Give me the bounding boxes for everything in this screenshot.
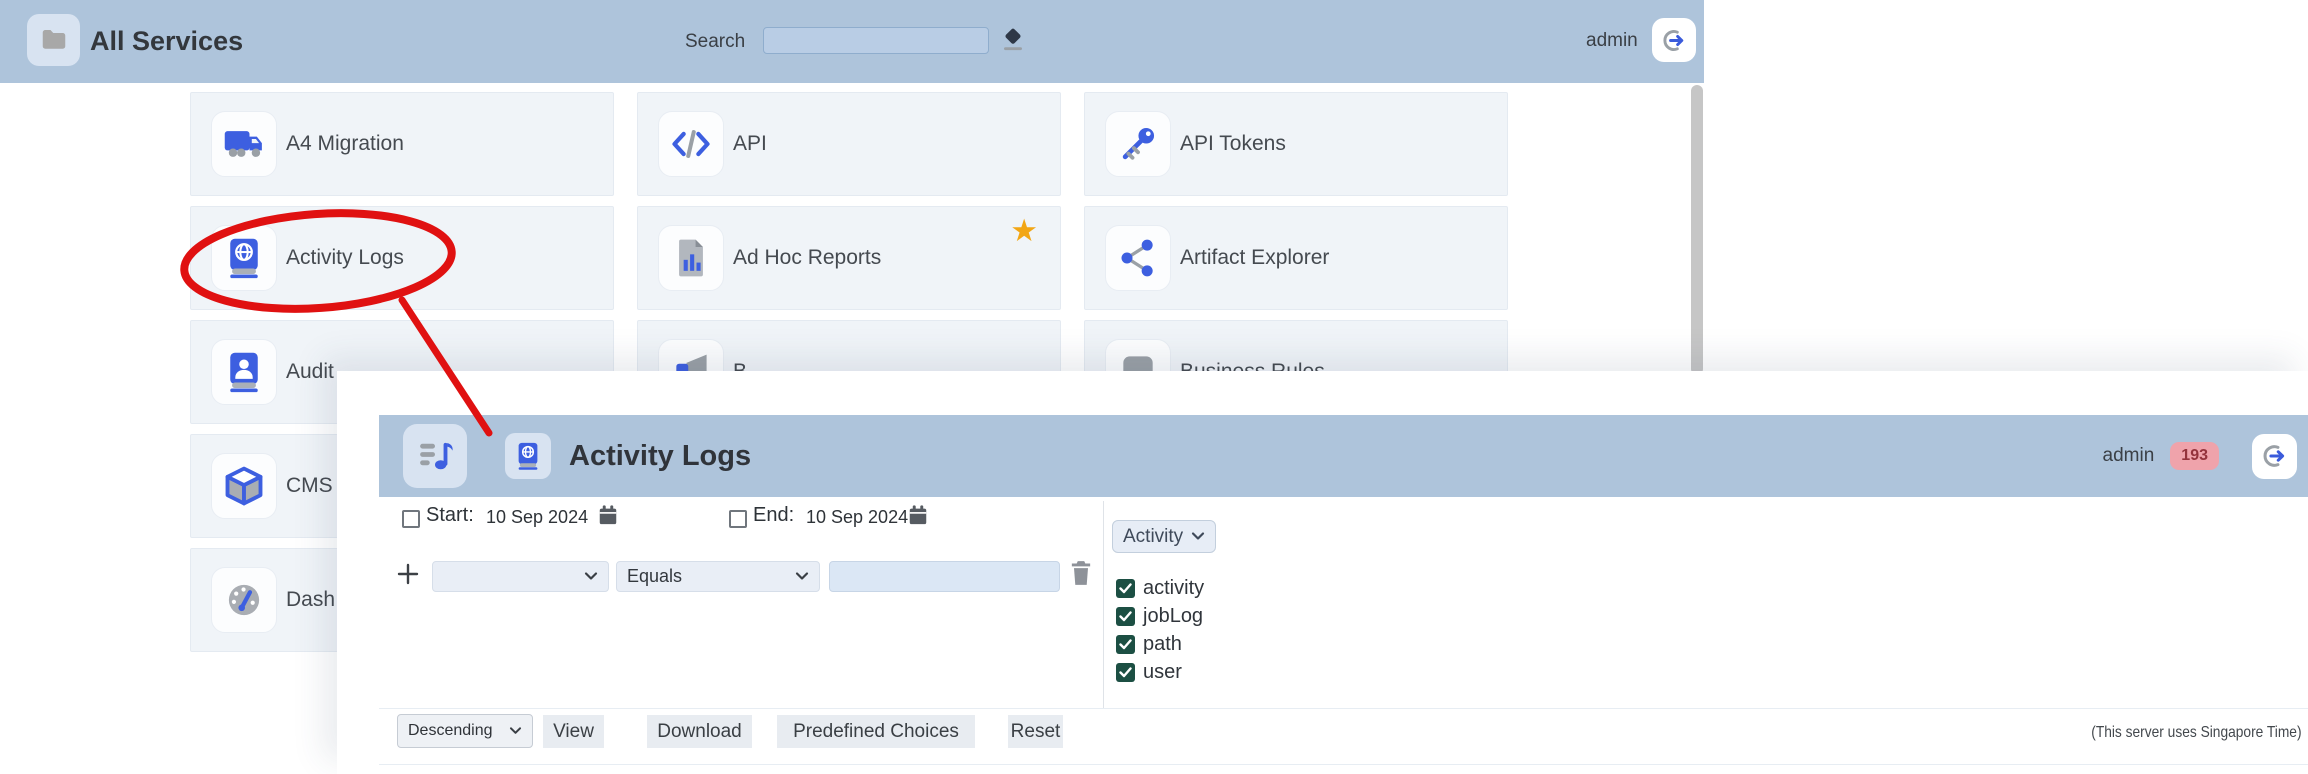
service-tile-label: Artifact Explorer — [1180, 207, 1329, 309]
column-group-select[interactable]: Activity — [1112, 520, 1216, 553]
start-calendar-icon[interactable] — [597, 504, 619, 526]
service-tile-api-tokens[interactable]: API Tokens — [1084, 92, 1508, 196]
operator-select-value: Equals — [627, 566, 682, 587]
column-label: jobLog — [1143, 605, 1203, 628]
column-checkbox-list: activity jobLog path user — [1116, 574, 1204, 686]
divider-line — [379, 708, 2308, 709]
all-services-header: All Services Search admin — [0, 0, 1704, 83]
chevron-down-icon — [1191, 531, 1205, 542]
code-icon — [658, 111, 724, 177]
window-title: Activity Logs — [569, 440, 751, 473]
favorite-star-icon[interactable]: ★ — [1010, 215, 1038, 246]
service-tile-label: API Tokens — [1180, 93, 1286, 195]
start-date-checkbox[interactable] — [402, 510, 420, 528]
end-date-checkbox[interactable] — [729, 510, 747, 528]
column-checkbox-jobLog[interactable] — [1116, 607, 1135, 626]
share-nodes-icon — [1105, 225, 1171, 291]
service-tile-label: API — [733, 93, 767, 195]
add-condition-button[interactable] — [396, 562, 420, 586]
service-tile-ad-hoc-reports[interactable]: Ad Hoc Reports ★ — [637, 206, 1061, 310]
search-input[interactable] — [763, 27, 989, 54]
truck-icon — [211, 111, 277, 177]
logout-icon — [1661, 27, 1688, 54]
activity-logs-icon — [505, 433, 551, 479]
book-person-icon — [211, 339, 277, 405]
activity-logs-header: Activity Logs admin 193 — [379, 415, 2308, 497]
service-tile-api[interactable]: API — [637, 92, 1061, 196]
server-timezone-note: (This server uses Singapore Time) — [2092, 724, 2302, 742]
service-tile-label: Activity Logs — [286, 207, 404, 309]
column-checkbox-path[interactable] — [1116, 635, 1135, 654]
screen: All Services Search admin A4 Migration AP… — [0, 0, 2308, 774]
chevron-down-icon — [584, 571, 598, 582]
logout-button[interactable] — [1652, 18, 1696, 62]
logs-app-logo-icon — [403, 424, 467, 488]
username-label: admin — [2103, 445, 2155, 467]
service-tile-artifact-explorer[interactable]: Artifact Explorer — [1084, 206, 1508, 310]
column-checkbox-activity[interactable] — [1116, 579, 1135, 598]
username-label: admin — [1586, 30, 1638, 52]
service-tile-label: Ad Hoc Reports — [733, 207, 881, 309]
cube-icon — [211, 453, 277, 519]
start-label: Start: — [426, 504, 474, 527]
service-tile-activity-logs[interactable]: Activity Logs — [190, 206, 614, 310]
page-scrollbar[interactable] — [1691, 85, 1703, 375]
column-label: user — [1143, 661, 1182, 684]
service-tile-label: CMS — [286, 435, 333, 537]
service-tile-label: Audit — [286, 321, 334, 423]
end-calendar-icon[interactable] — [907, 504, 929, 526]
service-tile-label: A4 Migration — [286, 93, 404, 195]
service-tile-label: Dash — [286, 549, 335, 651]
folder-icon — [27, 14, 80, 66]
chevron-down-icon — [795, 571, 809, 582]
column-option-user: user — [1116, 658, 1204, 686]
search-label: Search — [685, 31, 745, 53]
field-select[interactable] — [432, 561, 609, 592]
condition-value-input[interactable] — [829, 561, 1060, 592]
notification-badge: 193 — [2170, 442, 2219, 470]
divider-line — [379, 764, 2308, 765]
column-label: path — [1143, 633, 1182, 656]
reset-button[interactable]: Reset — [1008, 715, 1063, 748]
chevron-down-icon — [509, 726, 522, 736]
key-icon — [1105, 111, 1171, 177]
activity-logs-window: Activity Logs admin 193 Start: 10 Sep 20… — [337, 371, 2308, 774]
report-icon — [658, 225, 724, 291]
gauge-icon — [211, 567, 277, 633]
sort-order-select[interactable]: Descending — [397, 714, 533, 748]
column-option-jobLog: jobLog — [1116, 602, 1204, 630]
sort-order-value: Descending — [408, 722, 493, 740]
download-button[interactable]: Download — [647, 715, 752, 748]
predefined-choices-button[interactable]: Predefined Choices — [777, 715, 975, 748]
column-option-activity: activity — [1116, 574, 1204, 602]
end-label: End: — [753, 504, 794, 527]
column-group-value: Activity — [1123, 526, 1183, 548]
book-globe-icon — [211, 225, 277, 291]
view-button[interactable]: View — [543, 715, 604, 748]
start-date-value: 10 Sep 2024 — [486, 507, 588, 528]
column-option-path: path — [1116, 630, 1204, 658]
delete-condition-trash-icon[interactable] — [1068, 559, 1094, 587]
column-checkbox-user[interactable] — [1116, 663, 1135, 682]
service-tile-a4-migration[interactable]: A4 Migration — [190, 92, 614, 196]
column-label: activity — [1143, 577, 1204, 600]
panel-divider — [1103, 501, 1104, 708]
end-date-value: 10 Sep 2024 — [806, 507, 908, 528]
clear-search-eraser-icon[interactable] — [998, 24, 1028, 56]
logout-icon — [2261, 442, 2289, 470]
page-title: All Services — [90, 26, 243, 57]
operator-select[interactable]: Equals — [616, 561, 820, 592]
logout-button[interactable] — [2252, 434, 2297, 479]
